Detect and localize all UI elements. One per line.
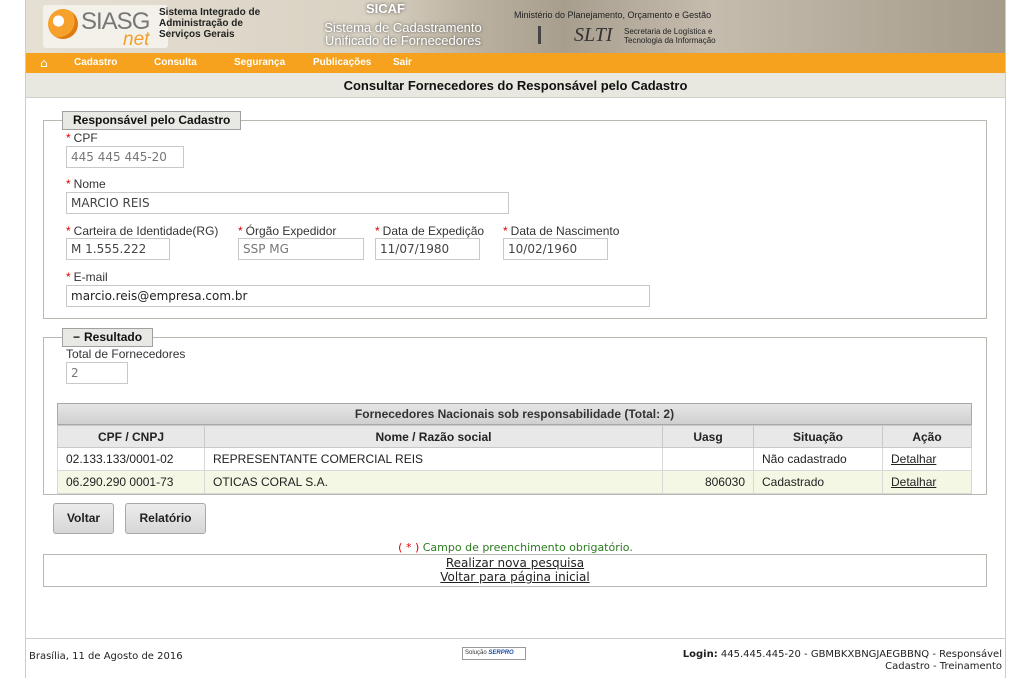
sicaf-subtitle-line: Unificado de Fornecedores xyxy=(324,33,482,48)
fornecedores-table: CPF / CNPJ Nome / Razão social Uasg Situ… xyxy=(57,425,972,494)
data-nascimento-label: * Data de Nascimento xyxy=(503,224,619,238)
data-expedicao-field[interactable]: 11/07/1980 xyxy=(375,238,480,260)
cell-acao: Detalhar xyxy=(882,470,972,494)
table-header-row: CPF / CNPJ Nome / Razão social Uasg Situ… xyxy=(57,425,972,448)
voltar-button[interactable]: Voltar xyxy=(53,503,114,534)
required-mark: * xyxy=(238,224,243,238)
slti-bars-icon xyxy=(538,26,571,44)
home-icon[interactable]: ⌂ xyxy=(40,56,48,70)
rg-label-text: Carteira de Identidade(RG) xyxy=(73,224,219,238)
collapse-icon[interactable]: − xyxy=(73,330,80,344)
nav-item-seguranca[interactable]: Segurança xyxy=(234,57,285,68)
system-name-line: Sistema Integrado de xyxy=(159,7,261,18)
cell-situacao: Cadastrado xyxy=(753,470,883,494)
nome-field[interactable]: MARCIO REIS xyxy=(66,192,509,214)
required-mark: * xyxy=(66,224,71,238)
data-nascimento-label-text: Data de Nascimento xyxy=(510,224,620,238)
data-nascimento-field[interactable]: 10/02/1960 xyxy=(503,238,608,260)
slti-description: Secretaria de Logística e Tecnologia da … xyxy=(624,27,716,45)
column-header: Situação xyxy=(753,425,883,448)
nav-item-cadastro[interactable]: Cadastro xyxy=(74,57,117,68)
logo-suffix-text: net xyxy=(123,29,150,50)
sicaf-title: SICAF xyxy=(366,1,405,16)
cpf-field[interactable]: 445 445 445-20 xyxy=(66,146,184,168)
nav-item-sair[interactable]: Sair xyxy=(393,57,412,68)
cell-nome: REPRESENTANTE COMERCIAL REIS xyxy=(204,447,663,471)
required-mark: * xyxy=(375,224,380,238)
rg-label: * Carteira de Identidade(RG) xyxy=(66,224,218,238)
login-label: Login: xyxy=(682,649,718,660)
serpro-logo-small: Solução xyxy=(465,650,487,656)
responsavel-legend: Responsável pelo Cadastro xyxy=(62,111,242,130)
siasgnet-logo: SIASG net xyxy=(43,5,168,50)
table-row: 06.290.290 0001-73 OTICAS CORAL S.A. 806… xyxy=(57,470,972,494)
serpro-logo-brand: SERPRO xyxy=(488,650,514,656)
data-expedicao-label: * Data de Expedição xyxy=(375,224,484,238)
footer: Brasília, 11 de Agosto de 2016 Solução S… xyxy=(26,638,1005,679)
main-nav: ⌂ Cadastro Consulta Segurança Publicaçõe… xyxy=(26,53,1005,73)
required-note-text: Campo de preenchimento obrigatório. xyxy=(422,541,633,554)
cell-cnpj: 06.290.290 0001-73 xyxy=(57,470,205,494)
serpro-logo: Solução SERPRO xyxy=(462,647,526,660)
nav-item-publicacoes[interactable]: Publicações xyxy=(313,57,371,68)
cell-acao: Detalhar xyxy=(882,447,972,471)
required-note-star: ( * ) xyxy=(398,541,420,554)
footer-date: Brasília, 11 de Agosto de 2016 xyxy=(29,651,183,662)
sicaf-subtitle: Sistema de Cadastramento Unificado de Fo… xyxy=(298,21,508,47)
header-banner: SIASG net Sistema Integrado de Administr… xyxy=(26,0,1005,53)
cell-nome: OTICAS CORAL S.A. xyxy=(204,470,663,494)
relatorio-button[interactable]: Relatório xyxy=(125,503,206,534)
nome-label: * Nome xyxy=(66,177,106,191)
table-row: 02.133.133/0001-02 REPRESENTANTE COMERCI… xyxy=(57,447,972,471)
column-header: CPF / CNPJ xyxy=(57,425,205,448)
slti-logo: SLTI Secretaria de Logística e Tecnologi… xyxy=(538,22,723,48)
email-field[interactable]: marcio.reis@empresa.com.br xyxy=(66,285,650,307)
cell-cnpj: 02.133.133/0001-02 xyxy=(57,447,205,471)
logo-swirl-icon xyxy=(48,9,78,39)
total-fornecedores-field[interactable]: 2 xyxy=(66,362,128,384)
nome-label-text: Nome xyxy=(73,177,106,191)
orgao-label: * Órgão Expedidor xyxy=(238,224,336,238)
ministry-name: Ministério do Planejamento, Orçamento e … xyxy=(514,10,712,20)
required-mark: * xyxy=(66,177,71,191)
email-label: * E-mail xyxy=(66,270,108,284)
system-name: Sistema Integrado de Administração de Se… xyxy=(159,7,260,40)
cpf-label-text: CPF xyxy=(73,131,98,145)
nav-item-consulta[interactable]: Consulta xyxy=(154,57,197,68)
pagina-inicial-link[interactable]: Voltar para página inicial xyxy=(44,570,986,584)
cell-uasg: 806030 xyxy=(662,470,754,494)
total-fornecedores-label: Total de Fornecedores xyxy=(66,347,186,361)
orgao-field[interactable]: SSP MG xyxy=(238,238,364,260)
system-name-line: Administração de xyxy=(159,18,243,29)
column-header: Uasg xyxy=(662,425,754,448)
page-title: Consultar Fornecedores do Responsável pe… xyxy=(26,73,1005,98)
column-header: Nome / Razão social xyxy=(204,425,663,448)
links-box: Realizar nova pesquisa Voltar para págin… xyxy=(43,554,987,587)
slti-description-line: Secretaria de Logística e xyxy=(624,27,713,36)
required-mark: * xyxy=(66,270,71,284)
nova-pesquisa-link[interactable]: Realizar nova pesquisa xyxy=(44,556,986,570)
cell-uasg xyxy=(662,447,754,471)
system-name-line: Serviços Gerais xyxy=(159,29,235,40)
resultado-legend[interactable]: − Resultado xyxy=(62,328,154,347)
slti-description-line: Tecnologia da Informação xyxy=(624,36,716,45)
slti-logo-text: SLTI xyxy=(574,24,613,46)
login-value: 445.445.445-20 - GBMBKXBNGJAEGBBNQ - Res… xyxy=(720,649,1002,672)
resultado-legend-text: Resultado xyxy=(84,330,143,344)
footer-login: Login: 445.445.445-20 - GBMBKXBNGJAEGBBN… xyxy=(642,649,1002,673)
email-label-text: E-mail xyxy=(73,270,108,284)
cell-situacao: Não cadastrado xyxy=(753,447,883,471)
required-mark: * xyxy=(503,224,508,238)
data-expedicao-label-text: Data de Expedição xyxy=(382,224,485,238)
rg-field[interactable]: M 1.555.222 xyxy=(66,238,170,260)
orgao-label-text: Órgão Expedidor xyxy=(245,224,337,238)
page-frame: SIASG net Sistema Integrado de Administr… xyxy=(25,0,1006,678)
table-title: Fornecedores Nacionais sob responsabilid… xyxy=(57,403,972,425)
cpf-label: * CPF xyxy=(66,131,98,145)
required-mark: * xyxy=(66,131,71,145)
required-field-note: ( * ) Campo de preenchimento obrigatório… xyxy=(26,541,1005,554)
detalhar-link[interactable]: Detalhar xyxy=(891,452,936,466)
column-header: Ação xyxy=(882,425,972,448)
detalhar-link[interactable]: Detalhar xyxy=(891,475,936,489)
